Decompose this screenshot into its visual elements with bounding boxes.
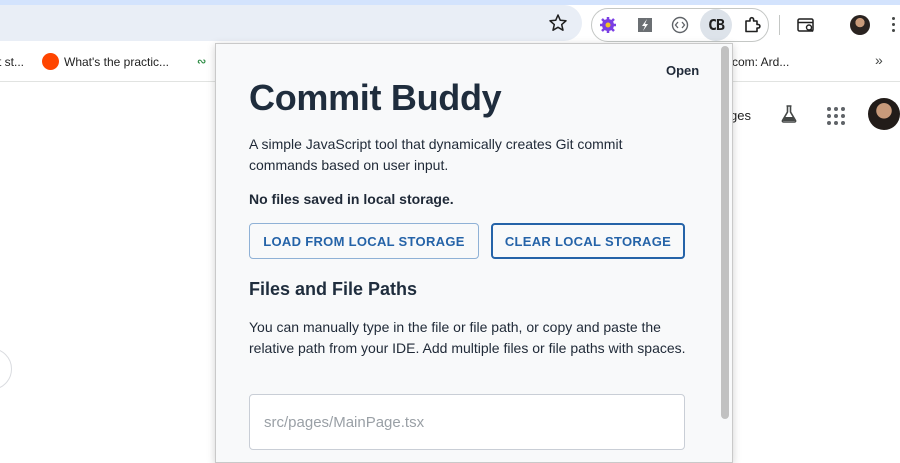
open-link[interactable]: Open xyxy=(666,63,699,78)
popup-description: A simple JavaScript tool that dynamicall… xyxy=(249,136,623,173)
file-path-input[interactable] xyxy=(249,394,685,450)
bolt-extension-icon[interactable] xyxy=(635,15,655,35)
puzzle-icon[interactable] xyxy=(742,15,762,35)
clear-storage-button[interactable]: CLEAR LOCAL STORAGE xyxy=(491,223,685,259)
profile-avatar[interactable] xyxy=(850,15,870,35)
chevron-double-right-icon[interactable]: » xyxy=(875,52,883,68)
popup-title: Commit Buddy xyxy=(249,77,502,118)
files-help-text: You can manually type in the file or fil… xyxy=(249,319,686,356)
popup-scrollbar[interactable] xyxy=(721,46,729,419)
bookmark-item[interactable]: com: Ard... xyxy=(732,55,789,69)
more-menu-icon[interactable] xyxy=(892,17,896,33)
reddit-icon xyxy=(42,53,59,70)
page-partial-text[interactable]: ges xyxy=(730,108,751,123)
tab-search-icon[interactable] xyxy=(796,15,816,35)
apps-grid-icon[interactable] xyxy=(827,107,845,125)
gear-extension-icon[interactable] xyxy=(598,15,618,35)
code-extension-icon[interactable] xyxy=(670,15,690,35)
address-bar[interactable] xyxy=(0,5,582,41)
page-side-button[interactable] xyxy=(0,348,12,390)
load-from-storage-button[interactable]: LOAD FROM LOCAL STORAGE xyxy=(249,223,479,259)
commit-buddy-popup: Open Commit Buddy A simple JavaScript to… xyxy=(215,43,733,463)
account-avatar[interactable] xyxy=(868,98,900,130)
files-section-title: Files and File Paths xyxy=(249,279,418,299)
commit-buddy-extension-button[interactable]: CB xyxy=(700,9,732,41)
geeksforgeeks-icon: ∾ xyxy=(197,55,207,68)
storage-status: No files saved in local storage. xyxy=(249,191,454,207)
bookmark-item[interactable]: t st... xyxy=(0,55,24,69)
flask-icon[interactable] xyxy=(779,104,799,124)
cb-label: CB xyxy=(707,16,725,34)
star-icon[interactable] xyxy=(548,13,568,33)
toolbar-separator xyxy=(779,15,780,35)
bookmark-item[interactable]: What's the practic... xyxy=(64,55,169,69)
